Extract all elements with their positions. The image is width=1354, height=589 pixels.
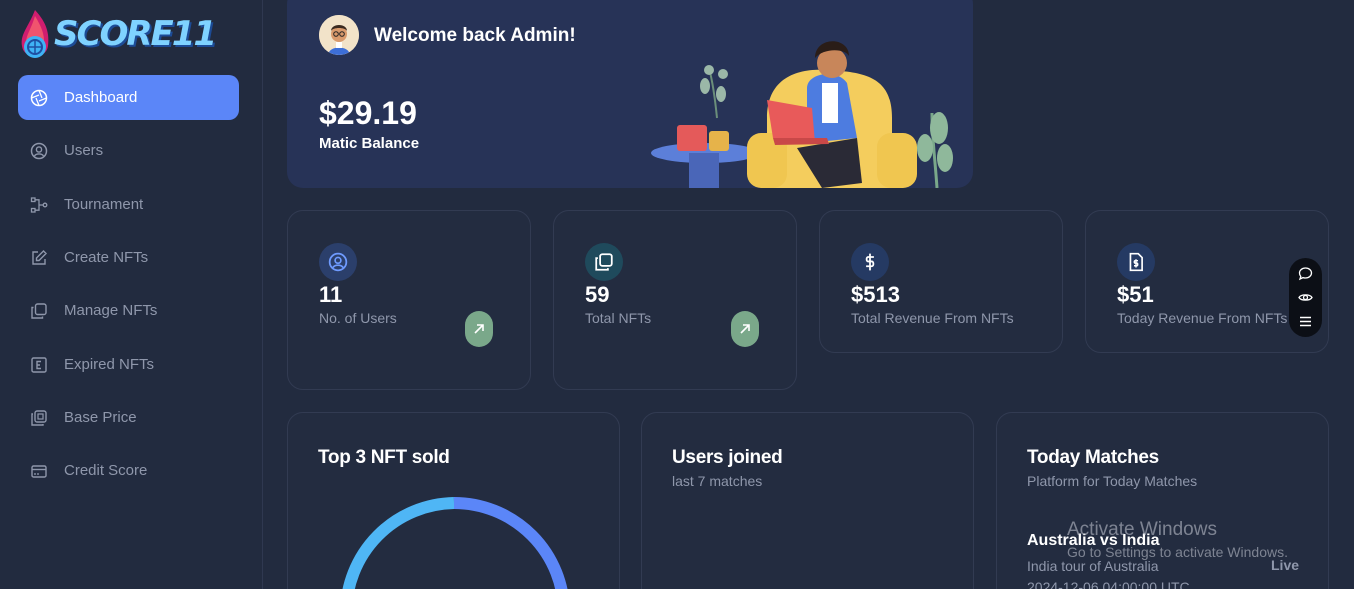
panel-subtitle: Platform for Today Matches [1027,473,1198,489]
user-circle-icon [319,243,357,281]
match-status-badge: Live [1271,557,1300,573]
panel-title: Users joined [672,447,783,468]
sidebar-item-expired-nfts[interactable]: Expired NFTs [18,342,239,387]
aperture-icon [30,89,48,106]
admin-avatar-icon [319,15,359,55]
dollar-icon [851,243,889,281]
sidebar-item-tournament[interactable]: Tournament [18,182,239,227]
e-square-icon [31,356,47,373]
stat-value: $51 [1117,282,1154,307]
user-circle-icon [30,142,48,159]
sidebar-item-dashboard[interactable]: Dashboard [18,75,239,120]
stat-card-total-revenue[interactable]: $513 Total Revenue From NFTs [819,210,1063,353]
chat-icon[interactable] [1298,266,1313,281]
person-on-laptop-illustration [651,41,953,188]
stat-card-users[interactable]: 11 No. of Users [287,210,531,390]
welcome-message: Welcome back Admin! [374,25,576,46]
sidebar-item-label: Manage NFTs [64,302,158,319]
sidebar-item-label: Base Price [64,409,137,426]
stat-value: 11 [319,282,343,307]
stat-label: No. of Users [319,310,397,326]
brand-logo[interactable]: SCORE11 [18,8,217,68]
matic-balance-label: Matic Balance [319,135,420,152]
sidebar-item-label: Credit Score [64,462,148,479]
match-time: 2024-12-06 04:00:00 UTC [1027,579,1190,589]
arrow-up-right-icon[interactable] [465,311,493,347]
sidebar-item-label: Tournament [64,196,144,213]
sidebar-item-label: Users [64,142,104,159]
sidebar-item-label: Create NFTs [64,249,149,266]
sidebar-item-create-nfts[interactable]: Create NFTs [18,235,239,280]
copy-icon [31,302,47,319]
price-tag-icon [31,409,47,426]
brand-name: SCORE11 [54,14,217,54]
panel-title: Top 3 NFT sold [318,447,450,468]
stat-card-total-nfts[interactable]: 59 Total NFTs [553,210,797,390]
welcome-banner: Welcome back Admin! $29.19 Matic Balance [287,0,973,188]
stat-value: $513 [851,282,900,307]
users-joined-panel: Users joined last 7 matches [641,412,974,589]
panel-subtitle: last 7 matches [672,473,763,489]
avatar[interactable] [319,15,359,55]
donut-segment [342,497,455,589]
sidebar-item-label: Dashboard [64,89,138,106]
credit-card-icon [31,464,47,478]
match-series: India tour of Australia [1027,558,1159,574]
sidebar-item-base-price[interactable]: Base Price [18,395,239,440]
sidebar-item-manage-nfts[interactable]: Manage NFTs [18,288,239,333]
match-title[interactable]: Australia vs India [1027,532,1160,550]
sidebar-item-credit-score[interactable]: Credit Score [18,448,239,493]
eye-icon[interactable] [1298,290,1313,305]
tournament-tree-icon [30,196,48,213]
panel-title: Today Matches [1027,447,1159,468]
file-dollar-icon [1117,243,1155,281]
matic-balance-value: $29.19 [319,95,417,131]
sidebar: SCORE11 Dashboard Users Tournament Creat… [0,0,263,589]
top-nft-panel: Top 3 NFT sold [287,412,620,589]
edit-icon [32,249,47,265]
stat-label: Today Revenue From NFTs [1117,310,1288,326]
sidebar-item-users[interactable]: Users [18,128,239,173]
today-matches-panel: Today Matches Platform for Today Matches… [996,412,1329,589]
donut-segment [453,497,568,589]
menu-icon[interactable] [1298,314,1313,329]
copy-icon [585,243,623,281]
arrow-up-right-icon[interactable] [731,311,759,347]
stat-value: 59 [585,282,610,307]
stat-label: Total NFTs [585,310,652,326]
donut-chart [342,497,568,589]
stat-label: Total Revenue From NFTs [851,310,1014,326]
floating-toolbar [1289,258,1322,337]
sidebar-item-label: Expired NFTs [64,356,155,373]
flame-ball-icon [21,10,49,58]
